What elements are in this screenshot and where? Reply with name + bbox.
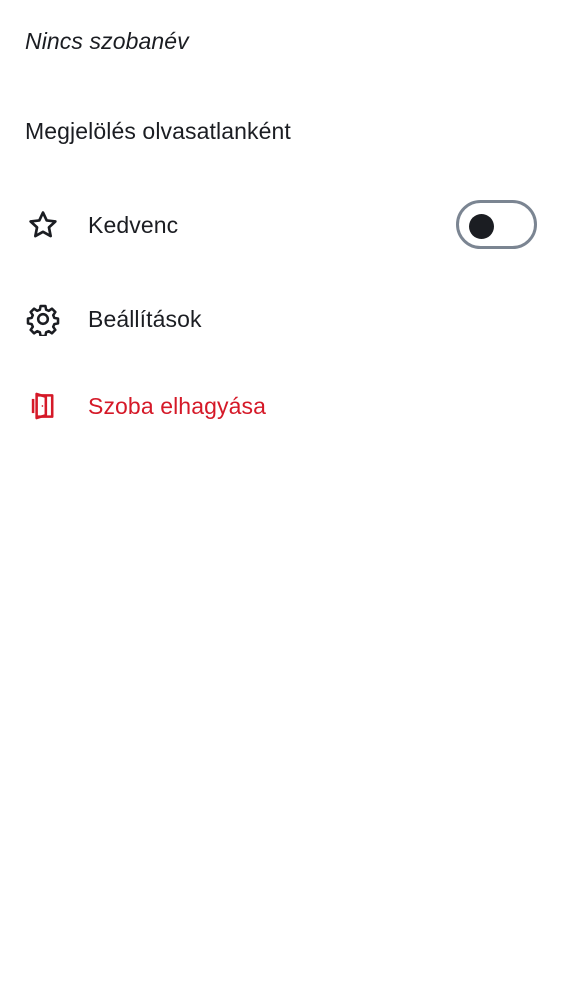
- star-icon: [26, 208, 60, 242]
- mark-as-unread-item[interactable]: Megjelölés olvasatlanként: [0, 91, 562, 171]
- leave-door-icon: [26, 389, 60, 423]
- settings-label: Beállítások: [88, 305, 202, 332]
- mark-as-unread-label: Megjelölés olvasatlanként: [25, 117, 291, 144]
- favourite-toggle[interactable]: [456, 200, 537, 249]
- toggle-knob: [469, 214, 494, 239]
- room-options-sheet: Nincs szobanév Megjelölés olvasatlanként…: [0, 0, 562, 1000]
- room-title: Nincs szobanév: [25, 28, 189, 54]
- favourite-item[interactable]: Kedvenc: [0, 185, 562, 265]
- leave-room-item[interactable]: Szoba elhagyása: [0, 366, 562, 446]
- favourite-label: Kedvenc: [88, 211, 179, 238]
- settings-item[interactable]: Beállítások: [0, 279, 562, 359]
- gear-icon: [26, 302, 60, 336]
- leave-room-label: Szoba elhagyása: [88, 392, 266, 419]
